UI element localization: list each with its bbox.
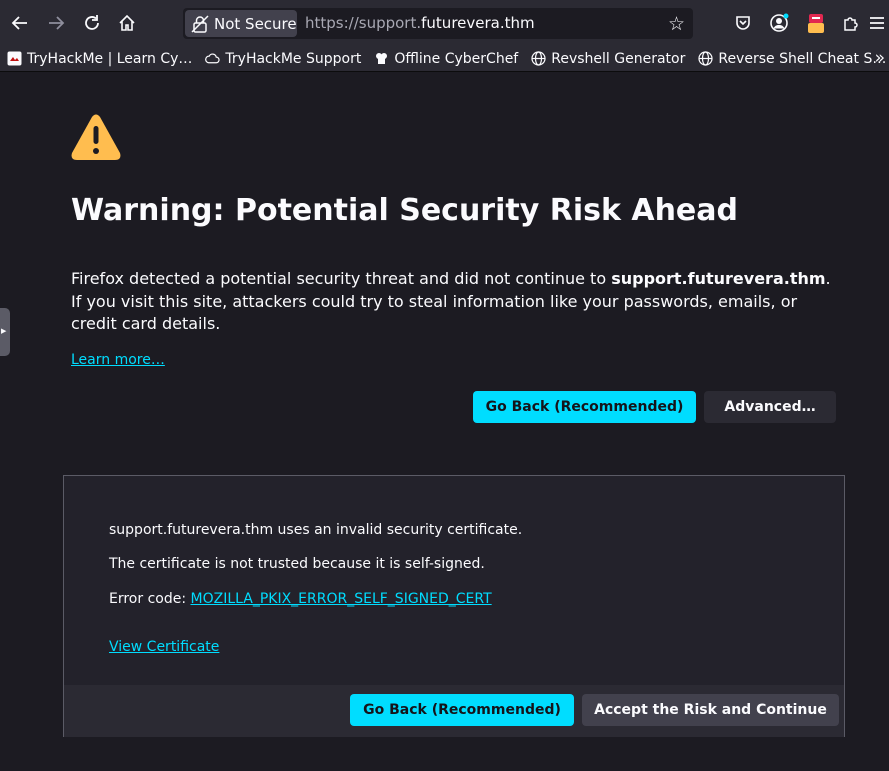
reload-button[interactable] <box>77 8 107 38</box>
extension-button[interactable] <box>801 8 831 38</box>
home-button[interactable] <box>112 8 142 38</box>
tryhackme-favicon-icon <box>7 51 22 66</box>
page-title: Warning: Potential Security Risk Ahead <box>71 193 739 228</box>
reload-icon <box>85 15 99 30</box>
cloud-icon <box>205 51 221 66</box>
invalid-cert-text: support.futurevera.thm uses an invalid s… <box>109 522 523 538</box>
error-code-line: Error code: MOZILLA_PKIX_ERROR_SELF_SIGN… <box>109 591 492 607</box>
not-secure-indicator[interactable]: Not Secure <box>185 10 297 37</box>
advanced-panel: support.futurevera.thm uses an invalid s… <box>63 475 845 737</box>
bookmark-reverse-shell-cheat-sheet[interactable]: Reverse Shell Cheat S… <box>691 47 889 71</box>
advanced-panel-footer: Go Back (Recommended) Accept the Risk an… <box>64 685 844 737</box>
account-icon <box>770 13 789 32</box>
bookmarks-overflow-chevron-icon[interactable]: » <box>875 48 885 68</box>
bookmark-revshell-generator[interactable]: Revshell Generator <box>524 47 691 71</box>
accept-risk-button[interactable]: Accept the Risk and Continue <box>582 694 839 726</box>
desc-text-before: Firefox detected a potential security th… <box>71 269 612 288</box>
puzzle-icon <box>844 17 858 31</box>
back-arrow-icon <box>11 16 27 30</box>
warning-triangle-icon <box>71 114 121 160</box>
desc-hostname: support.futurevera.thm <box>611 269 826 288</box>
extension-badge-icon <box>808 14 824 33</box>
sidebar-arrow-icon: ▶ <box>1 327 7 335</box>
bookmark-star-icon[interactable]: ☆ <box>668 13 685 35</box>
pocket-button[interactable] <box>728 8 758 38</box>
bookmarks-toolbar: TryHackMe | Learn Cy… TryHackMe Support … <box>0 46 889 72</box>
bookmark-label: Reverse Shell Cheat S… <box>718 50 887 67</box>
url-bar[interactable]: Not Secure https://support.futurevera.th… <box>183 8 693 39</box>
forward-button[interactable] <box>41 8 71 38</box>
sidebar-handle[interactable]: ▶ <box>0 308 10 356</box>
bookmark-offline-cyberchef[interactable]: Offline CyberChef <box>367 47 524 71</box>
warning-description: Firefox detected a potential security th… <box>71 268 831 336</box>
advanced-button[interactable]: Advanced… <box>704 391 836 423</box>
bookmark-label: TryHackMe | Learn Cy… <box>27 50 193 67</box>
bookmark-label: Revshell Generator <box>551 50 686 67</box>
forward-arrow-icon <box>49 16 65 30</box>
insecure-lock-icon <box>191 14 209 33</box>
bookmark-label: TryHackMe Support <box>225 50 362 67</box>
app-menu-button[interactable] <box>862 8 889 38</box>
bookmark-tryhackme-support[interactable]: TryHackMe Support <box>198 47 367 71</box>
error-code-label: Error code: <box>109 591 191 607</box>
url-text[interactable]: https://support.futurevera.thm <box>305 14 535 32</box>
advanced-go-back-button[interactable]: Go Back (Recommended) <box>350 694 574 726</box>
hamburger-menu-icon <box>870 17 884 29</box>
url-domain: futurevera.thm <box>421 14 535 32</box>
browser-toolbar: Not Secure https://support.futurevera.th… <box>0 0 889 46</box>
home-icon <box>119 14 135 31</box>
error-code-link[interactable]: MOZILLA_PKIX_ERROR_SELF_SIGNED_CERT <box>191 591 492 607</box>
view-certificate-link[interactable]: View Certificate <box>109 639 219 655</box>
not-secure-label: Not Secure <box>214 14 297 33</box>
account-button[interactable] <box>764 8 794 38</box>
chef-hat-icon <box>374 51 389 66</box>
bookmark-tryhackme[interactable]: TryHackMe | Learn Cy… <box>0 47 198 71</box>
go-back-button[interactable]: Go Back (Recommended) <box>473 391 696 423</box>
pocket-icon <box>736 16 750 30</box>
back-button[interactable] <box>5 8 35 38</box>
self-signed-text: The certificate is not trusted because i… <box>109 556 485 572</box>
bookmark-label: Offline CyberChef <box>394 50 519 67</box>
url-prefix: https://support. <box>305 14 422 32</box>
globe-icon <box>531 51 546 66</box>
learn-more-link[interactable]: Learn more… <box>71 352 165 368</box>
globe-icon <box>698 51 713 66</box>
